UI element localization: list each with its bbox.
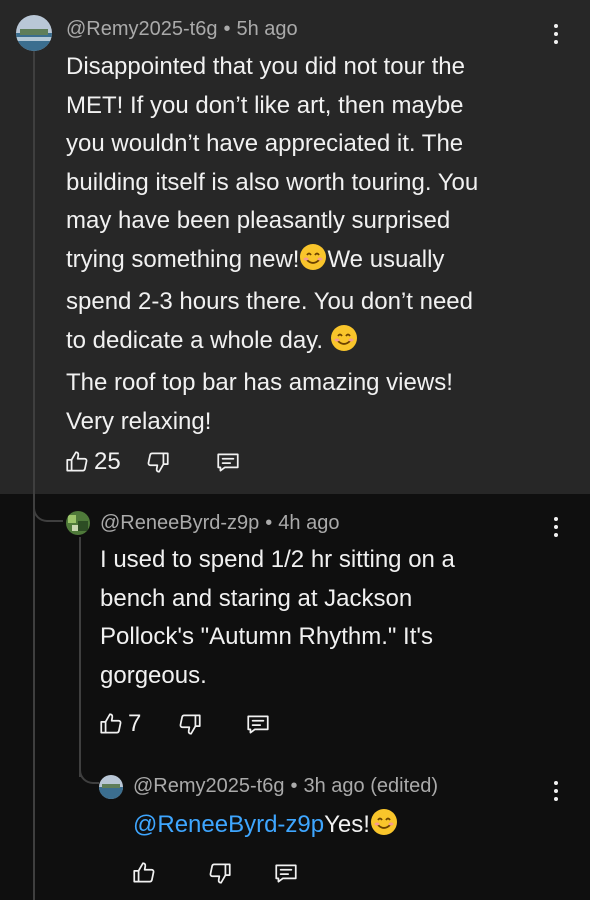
comment-line: Disappointed that you did not tour the bbox=[66, 53, 465, 80]
reply-line: I used to spend 1/2 hr sitting on a bbox=[100, 546, 455, 573]
reply-text: I used to spend 1/2 hr sitting on a benc… bbox=[100, 541, 455, 695]
reply-button[interactable] bbox=[273, 860, 299, 886]
dislike-button[interactable] bbox=[207, 860, 233, 886]
avatar[interactable] bbox=[16, 15, 52, 51]
comment-line: Very relaxing! bbox=[66, 407, 212, 435]
comment-line: MET! If you don’t like art, then maybe bbox=[66, 91, 464, 119]
reply-line: @ReneeByrd-z9pYes! bbox=[133, 806, 398, 849]
author-name[interactable]: @Remy2025-t6g bbox=[66, 18, 217, 40]
smiling-face-emoji bbox=[299, 243, 327, 284]
thumbs-up-icon bbox=[64, 449, 90, 475]
more-vert-icon[interactable] bbox=[546, 779, 566, 803]
reply-meta: @ReneeByrd-z9p • 4h ago bbox=[100, 512, 340, 534]
comment-time: 5h ago bbox=[236, 18, 298, 40]
author-name[interactable]: @ReneeByrd-z9p bbox=[100, 512, 259, 534]
reply-button[interactable] bbox=[245, 711, 271, 737]
reply-text: @ReneeByrd-z9pYes! bbox=[133, 806, 398, 849]
mention-link[interactable]: @ReneeByrd-z9p bbox=[133, 811, 324, 838]
comment-line: you wouldn’t have appreciated it. The bbox=[66, 130, 464, 157]
comment-time: 3h ago (edited) bbox=[303, 775, 439, 797]
like-button[interactable]: 25 bbox=[64, 448, 121, 476]
comment-line: may have been pleasantly surprised bbox=[66, 207, 451, 234]
avatar[interactable] bbox=[99, 775, 123, 799]
reply-meta: @Remy2025-t6g • 3h ago (edited) bbox=[133, 775, 439, 797]
reply-icon bbox=[273, 860, 299, 886]
like-button[interactable] bbox=[131, 860, 157, 886]
author-name[interactable]: @Remy2025-t6g bbox=[133, 775, 284, 797]
thread-line bbox=[33, 50, 35, 900]
reply-icon bbox=[215, 449, 241, 475]
reply-icon bbox=[245, 711, 271, 737]
more-vert-icon[interactable] bbox=[546, 22, 566, 46]
dislike-button[interactable] bbox=[177, 711, 203, 737]
comment-text: Disappointed that you did not tour the M… bbox=[66, 48, 478, 441]
thread-connector bbox=[33, 494, 63, 522]
thumbs-up-icon bbox=[131, 860, 157, 886]
comment-line: spend 2-3 hours there. You don’t need bbox=[66, 288, 473, 315]
avatar[interactable] bbox=[66, 511, 90, 535]
thumbs-down-icon bbox=[177, 711, 203, 737]
comment-line: to dedicate a whole day. bbox=[66, 322, 478, 365]
comment-time: 4h ago bbox=[278, 512, 340, 534]
comment-line: The roof top bar has amazing views! bbox=[66, 369, 453, 396]
comment-actions: 25 bbox=[64, 448, 241, 476]
like-count: 7 bbox=[128, 710, 142, 737]
reply-thread-line bbox=[79, 537, 81, 777]
thumbs-down-icon bbox=[145, 449, 171, 475]
thumbs-down-icon bbox=[207, 860, 233, 886]
reply-actions bbox=[131, 860, 299, 886]
thumbs-up-icon bbox=[98, 711, 124, 737]
smiling-face-emoji bbox=[370, 808, 398, 849]
reply-actions: 7 bbox=[98, 710, 271, 738]
reply-line: Pollock's "Autumn Rhythm." It's bbox=[100, 623, 433, 650]
like-button[interactable]: 7 bbox=[98, 710, 141, 738]
reply-line: gorgeous. bbox=[100, 661, 207, 689]
like-count: 25 bbox=[94, 448, 121, 475]
reply-button[interactable] bbox=[215, 449, 241, 475]
comment-meta: @Remy2025-t6g • 5h ago bbox=[66, 18, 298, 40]
comment-line: building itself is also worth touring. Y… bbox=[66, 168, 479, 196]
dislike-button[interactable] bbox=[145, 449, 171, 475]
more-vert-icon[interactable] bbox=[546, 515, 566, 539]
reply-line: bench and staring at Jackson bbox=[100, 584, 413, 612]
smiling-face-emoji bbox=[330, 324, 358, 365]
reply-connector bbox=[79, 760, 99, 784]
comment-line: trying something new! We usually bbox=[66, 241, 478, 284]
